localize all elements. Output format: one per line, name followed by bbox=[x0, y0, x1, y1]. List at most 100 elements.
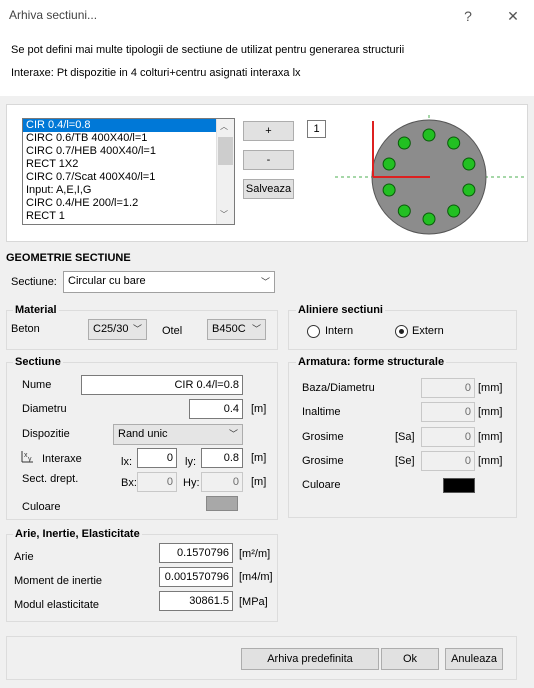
listbox-scrollbar[interactable]: ︿ ﹀ bbox=[216, 119, 234, 224]
chevron-down-icon: ﹀ bbox=[228, 429, 238, 439]
extern-label: Extern bbox=[412, 325, 444, 337]
list-item[interactable]: CIRC 0.7/HEB 400X40/l=1 bbox=[23, 145, 234, 158]
rebar bbox=[397, 136, 411, 150]
window-title: Arhiva sectiuni... bbox=[9, 8, 98, 22]
ly-label: ly: bbox=[185, 456, 196, 468]
beton-select[interactable]: C25/30 ﹀ bbox=[88, 319, 147, 340]
modul-label: Modul elasticitate bbox=[14, 599, 99, 611]
scroll-thumb[interactable] bbox=[218, 137, 233, 165]
reinforcement-color-label: Culoare bbox=[302, 479, 341, 491]
list-item[interactable]: RECT 1 bbox=[23, 210, 234, 223]
hy-input[interactable]: 0 bbox=[201, 472, 243, 492]
chevron-down-icon: ﹀ bbox=[260, 277, 270, 287]
arie-input[interactable]: 0.1570796 bbox=[159, 543, 233, 563]
otel-label: Otel bbox=[162, 325, 183, 337]
modul-input[interactable]: 30861.5 bbox=[159, 591, 233, 611]
inaltime-unit: [mm] bbox=[478, 406, 503, 418]
grosime-sa-tag: [Sa] bbox=[395, 431, 415, 443]
section-listbox[interactable]: CIR 0.4/l=0.8 CIRC 0.6/TB 400X40/l=1 CIRC … bbox=[22, 118, 235, 225]
info-text-2: Interaxe: Pt dispozitie in 4 colturi+cen… bbox=[11, 67, 301, 79]
list-item[interactable]: RECT 1X2 bbox=[23, 158, 234, 171]
scroll-down-icon[interactable]: ﹀ bbox=[220, 209, 228, 220]
rebar bbox=[447, 204, 461, 218]
ly-input[interactable]: 0.8 bbox=[201, 448, 243, 468]
section-counter[interactable]: 1 bbox=[307, 120, 326, 138]
rebar bbox=[382, 183, 396, 197]
beton-label: Beton bbox=[11, 323, 40, 335]
svg-text:y: y bbox=[28, 456, 32, 463]
grosime-sa-label: Grosime bbox=[302, 431, 344, 443]
inaltime-label: Inaltime bbox=[302, 406, 341, 418]
intern-label: Intern bbox=[325, 325, 354, 337]
alignment-title: Aliniere sectiuni bbox=[296, 304, 385, 316]
section-color-label: Culoare bbox=[22, 501, 61, 513]
help-button[interactable]: ? bbox=[458, 6, 478, 26]
grosime-se-input[interactable]: 0 bbox=[421, 451, 475, 471]
sect-unit: [m] bbox=[251, 476, 267, 488]
intern-radio[interactable] bbox=[307, 325, 320, 338]
grosime-sa-input[interactable]: 0 bbox=[421, 427, 475, 447]
section-type-select[interactable]: Circular cu bare ﹀ bbox=[63, 271, 275, 293]
cancel-button[interactable]: Anuleaza bbox=[445, 648, 503, 670]
bx-label: Bx: bbox=[121, 477, 137, 489]
info-text-1: Se pot defini mai multe tipologii de sec… bbox=[11, 44, 405, 56]
scroll-up-icon[interactable]: ︿ bbox=[220, 121, 228, 132]
hy-label: Hy: bbox=[183, 477, 200, 489]
info-area bbox=[0, 32, 534, 96]
list-item[interactable]: CIR 0.4/l=0.8 bbox=[23, 119, 234, 132]
predefined-archive-button[interactable]: Arhiva predefinita bbox=[241, 648, 379, 670]
grosime-sa-unit: [mm] bbox=[478, 431, 503, 443]
name-input[interactable]: CIR 0.4/l=0.8 bbox=[81, 375, 243, 395]
otel-value: B450C bbox=[212, 323, 246, 335]
dispozitie-value: Rand unic bbox=[118, 428, 168, 440]
rebar bbox=[422, 212, 436, 226]
ok-button[interactable]: Ok bbox=[381, 648, 439, 670]
rebar bbox=[382, 157, 396, 171]
add-section-button[interactable]: + bbox=[243, 121, 294, 141]
arie-label: Arie bbox=[14, 551, 34, 563]
diameter-label: Diametru bbox=[22, 403, 67, 415]
baza-unit: [mm] bbox=[478, 382, 503, 394]
diameter-unit: [m] bbox=[251, 403, 267, 415]
interaxe-label: Interaxe bbox=[42, 453, 82, 465]
lx-input[interactable]: 0 bbox=[137, 448, 177, 468]
interaxe-icon: x y bbox=[21, 451, 33, 463]
otel-select[interactable]: B450C ﹀ bbox=[207, 319, 266, 340]
beton-value: C25/30 bbox=[93, 323, 129, 335]
remove-section-button[interactable]: - bbox=[243, 150, 294, 170]
dispozitie-label: Dispozitie bbox=[22, 428, 70, 440]
section-color-swatch[interactable] bbox=[206, 496, 238, 511]
rebar bbox=[447, 136, 461, 150]
extern-radio[interactable] bbox=[395, 325, 408, 338]
geometry-title: GEOMETRIE SECTIUNE bbox=[6, 252, 131, 264]
sect-drept-label: Sect. drept. bbox=[22, 473, 79, 485]
dispozitie-select[interactable]: Rand unic ﹀ bbox=[113, 424, 243, 445]
reinforcement-color-swatch[interactable] bbox=[443, 478, 475, 493]
grosime-se-unit: [mm] bbox=[478, 455, 503, 467]
section-type-value: Circular cu bare bbox=[68, 275, 146, 287]
moment-label: Moment de inertie bbox=[14, 575, 103, 587]
list-item[interactable]: CIRC 0.6/TB 400X40/l=1 bbox=[23, 132, 234, 145]
diameter-input[interactable]: 0.4 bbox=[189, 399, 243, 419]
name-label: Nume bbox=[22, 379, 52, 391]
list-item[interactable]: CIRC 0.7/Scat 400X40/l=1 bbox=[23, 171, 234, 184]
baza-input[interactable]: 0 bbox=[421, 378, 475, 398]
baza-label: Baza/Diametru bbox=[302, 382, 375, 394]
inaltime-input[interactable]: 0 bbox=[421, 402, 475, 422]
rebar bbox=[462, 157, 476, 171]
rebar bbox=[462, 183, 476, 197]
section-preview bbox=[335, 115, 525, 235]
moment-input[interactable]: 0.001570796 bbox=[159, 567, 233, 587]
lx-label: lx: bbox=[121, 456, 132, 468]
rebar bbox=[422, 128, 436, 142]
extern-radio-dot bbox=[399, 329, 404, 334]
close-button[interactable]: ✕ bbox=[503, 6, 523, 26]
save-section-button[interactable]: Salveaza bbox=[243, 179, 294, 199]
reinforcement-title: Armatura: forme structurale bbox=[296, 356, 447, 368]
list-item[interactable]: Input: A,E,I,G bbox=[23, 184, 234, 197]
grosime-se-tag: [Se] bbox=[395, 455, 415, 467]
bx-input[interactable]: 0 bbox=[137, 472, 177, 492]
section-group-title: Sectiune bbox=[13, 356, 63, 368]
list-item[interactable]: CIRC 0.4/HE 200/l=1.2 bbox=[23, 197, 234, 210]
chevron-down-icon: ﹀ bbox=[132, 324, 142, 334]
